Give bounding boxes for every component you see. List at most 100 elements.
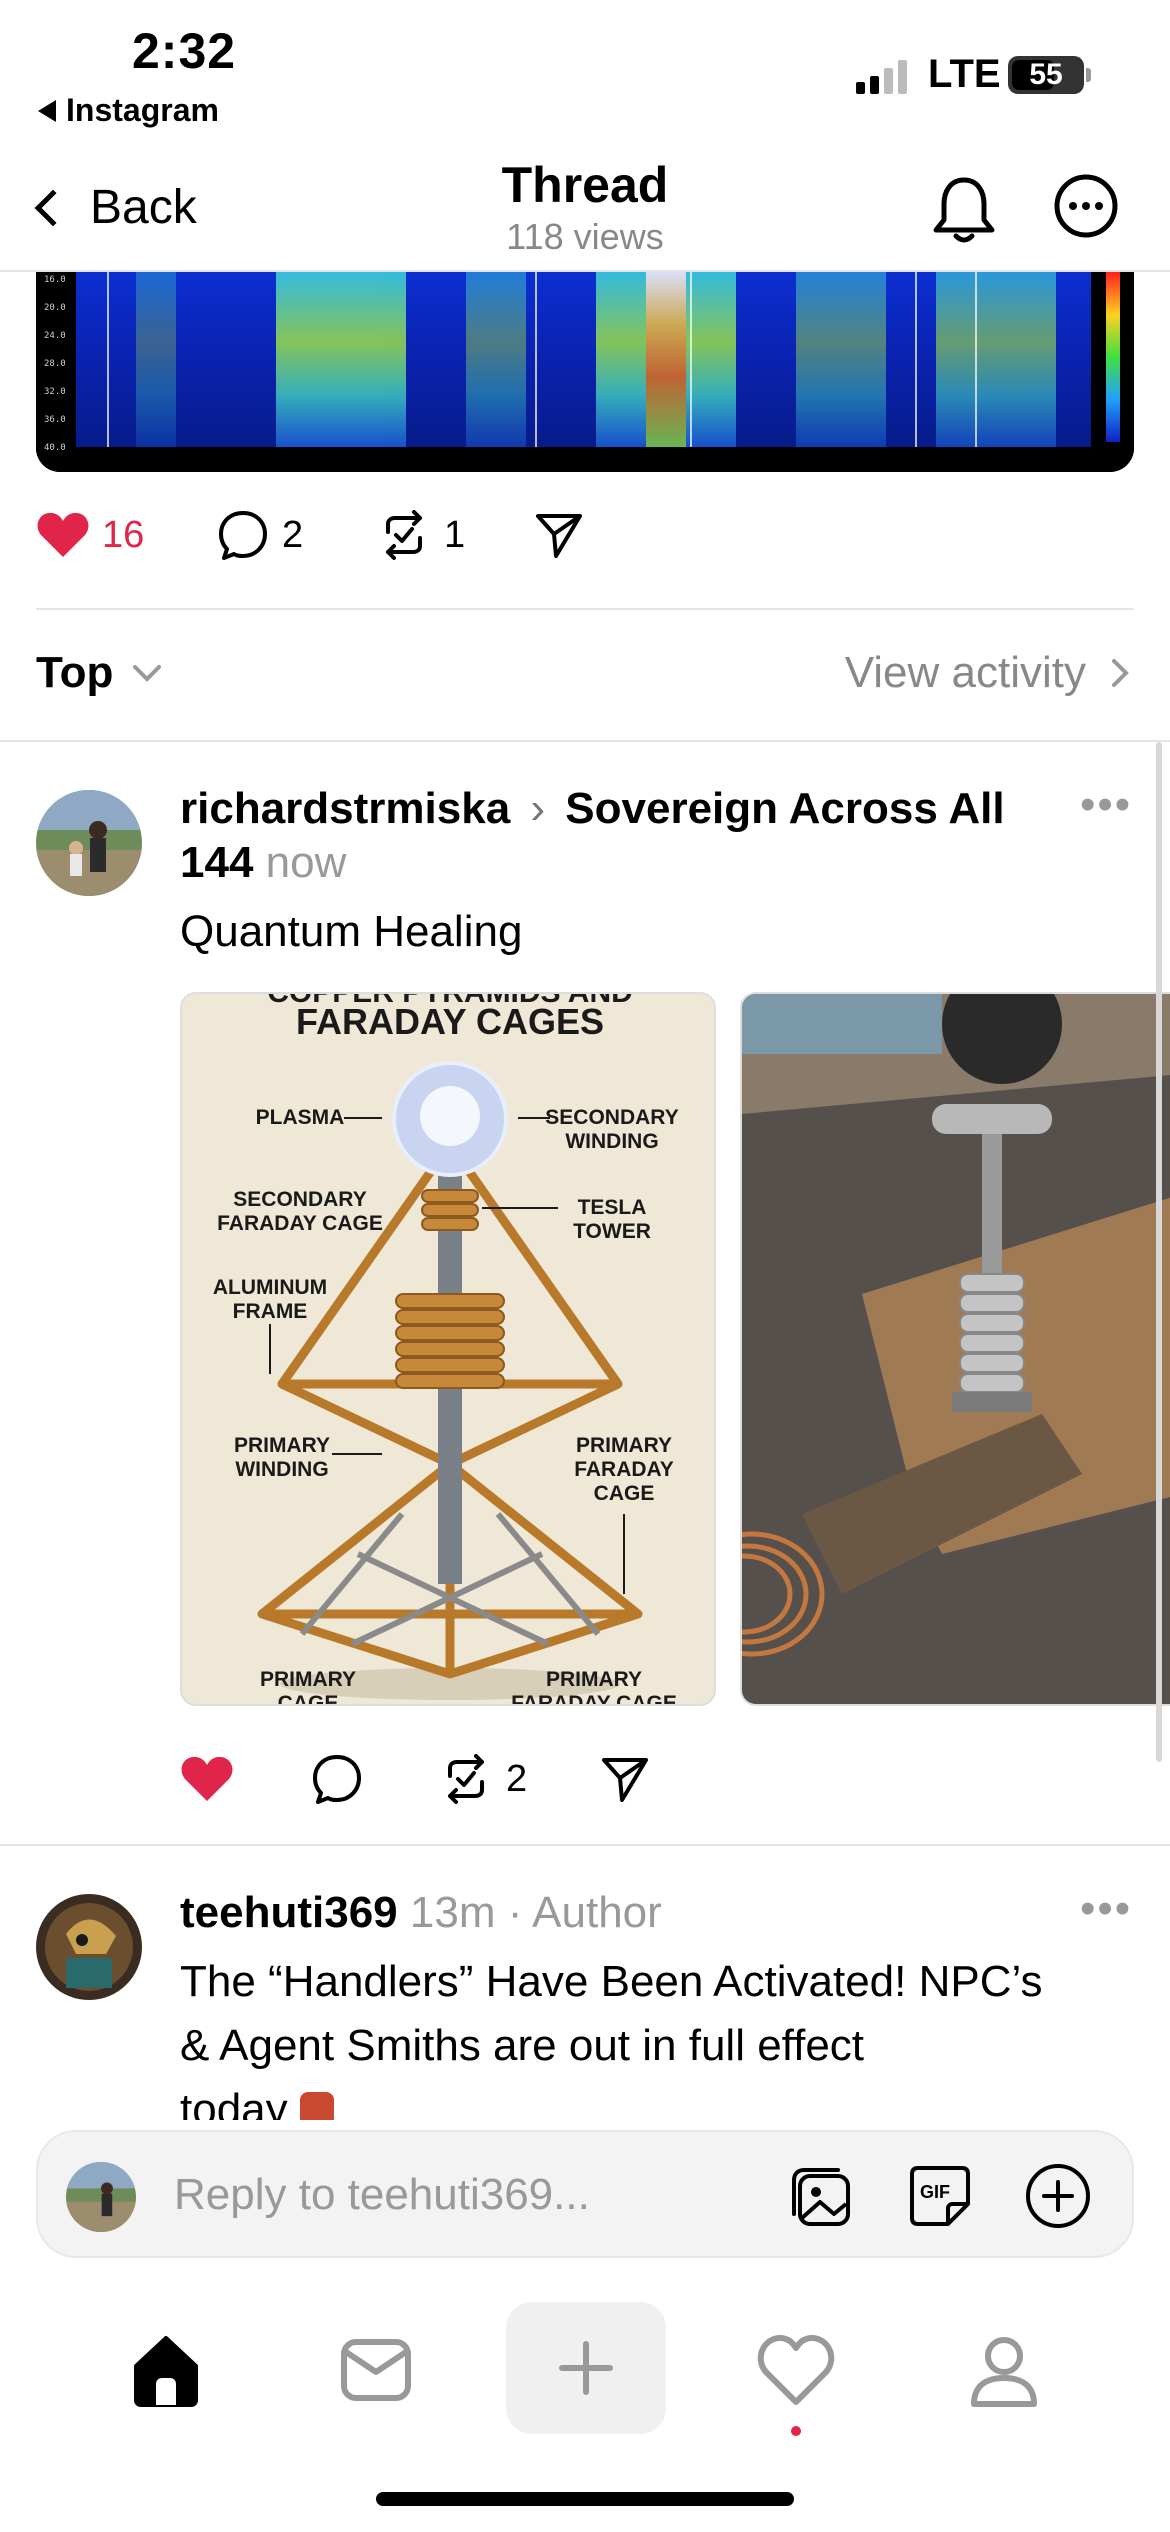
pyramid-diagram-image[interactable]: COPPER PYRAMIDS AND FARADAY CAGES PLASMA	[180, 992, 716, 1706]
divider	[0, 740, 1170, 742]
svg-text:FARADAY: FARADAY	[574, 1458, 674, 1481]
gallery-icon[interactable]	[784, 2160, 856, 2232]
sort-dropdown[interactable]: Top	[36, 648, 163, 698]
avatar[interactable]	[36, 790, 142, 896]
view-activity-link[interactable]: View activity	[845, 648, 1130, 698]
send-icon	[536, 514, 582, 558]
svg-text:PRIMARY: PRIMARY	[546, 1668, 642, 1691]
thread-header: Back Thread 118 views	[0, 150, 1170, 272]
svg-text:WINDING: WINDING	[235, 1458, 328, 1481]
network-type: LTE	[928, 52, 1001, 96]
like-count: 16	[102, 513, 145, 556]
svg-text:PRIMARY: PRIMARY	[260, 1668, 356, 1691]
like-button[interactable]: 16	[36, 510, 216, 560]
comment-icon	[313, 1755, 361, 1804]
svg-text:FRAME: FRAME	[233, 1300, 308, 1323]
svg-text:GIF: GIF	[920, 2182, 950, 2202]
reply-header: richardstrmiska › Sovereign Across All 1…	[180, 782, 1060, 890]
device-photo-image[interactable]	[740, 992, 1170, 1706]
repost-icon	[386, 510, 422, 560]
label-plasma: PLASMA	[256, 1106, 345, 1129]
comment-icon	[219, 511, 267, 560]
author-badge: Author	[532, 1888, 662, 1937]
svg-text:FARADAY CAGE: FARADAY CAGE	[511, 1692, 677, 1706]
svg-text:40.0: 40.0	[44, 443, 66, 453]
back-triangle-icon	[38, 99, 56, 122]
post-text: The “Handlers” Have Been Activated! NPC’…	[180, 1950, 1140, 2120]
home-icon[interactable]	[126, 2330, 206, 2410]
send-icon	[602, 1758, 648, 1802]
chevron-right-icon: ›	[530, 784, 546, 833]
divider	[0, 1844, 1170, 1846]
back-to-app-link[interactable]: Instagram	[38, 92, 219, 129]
more-horizontal-icon[interactable]: •••	[1080, 1884, 1132, 1934]
bell-icon[interactable]	[928, 170, 1000, 250]
svg-text:PRIMARY: PRIMARY	[234, 1434, 330, 1457]
share-button[interactable]	[598, 1752, 652, 1806]
main-post-actions: 16 2 1	[36, 508, 586, 562]
activity-heart-icon[interactable]	[756, 2330, 836, 2410]
svg-text:36.0: 36.0	[44, 415, 66, 425]
battery-icon: 55	[1008, 56, 1084, 94]
comment-button[interactable]: 2	[216, 508, 376, 562]
svg-text:CAGE: CAGE	[594, 1482, 655, 1505]
gif-icon[interactable]: GIF	[904, 2160, 976, 2232]
view-activity-label: View activity	[844, 648, 1086, 697]
scrollbar[interactable]	[1156, 742, 1162, 1762]
heart-filled-icon	[37, 512, 89, 557]
comment-count: 2	[282, 513, 304, 556]
more-options-icon[interactable]	[1050, 170, 1122, 250]
username[interactable]: teehuti369	[180, 1888, 398, 1937]
svg-text:WINDING: WINDING	[565, 1130, 658, 1153]
svg-text:16.0: 16.0	[44, 275, 66, 285]
svg-text:FARADAY CAGE: FARADAY CAGE	[217, 1212, 383, 1235]
create-button[interactable]	[506, 2302, 666, 2434]
post-time: 13m	[409, 1888, 496, 1937]
divider	[36, 608, 1134, 610]
reply-composer[interactable]: Reply to teehuti369... GIF	[36, 2130, 1134, 2258]
username[interactable]: richardstrmiska	[180, 784, 510, 833]
repost-count: 2	[506, 1757, 528, 1800]
like-button[interactable]	[180, 1754, 310, 1804]
svg-text:28.0: 28.0	[44, 359, 66, 369]
spectrogram-image[interactable]: 16.0 20.0 24.0 28.0 32.0 36.0 40.0	[36, 272, 1134, 472]
svg-text:TOWER: TOWER	[573, 1220, 651, 1243]
svg-text:SECONDARY: SECONDARY	[545, 1106, 678, 1129]
diagram-title: FARADAY CAGES	[296, 1001, 604, 1042]
svg-text:32.0: 32.0	[44, 387, 66, 397]
svg-text:24.0: 24.0	[44, 331, 66, 341]
svg-text:PRIMARY: PRIMARY	[576, 1434, 672, 1457]
chevron-down-icon	[133, 665, 162, 682]
repost-icon	[448, 1754, 484, 1804]
messages-icon[interactable]	[336, 2330, 416, 2410]
sort-label: Top	[36, 648, 114, 697]
svg-text:20.0: 20.0	[44, 303, 66, 313]
svg-text:SECONDARY: SECONDARY	[233, 1188, 366, 1211]
reply-actions: 2	[180, 1752, 652, 1806]
heart-filled-icon	[181, 1756, 233, 1801]
clock: 2:32	[132, 23, 237, 79]
back-app-label: Instagram	[66, 92, 219, 128]
profile-icon[interactable]	[964, 2330, 1044, 2410]
more-horizontal-icon[interactable]: •••	[1080, 780, 1132, 830]
avatar[interactable]	[36, 1894, 142, 2000]
home-indicator	[376, 2492, 794, 2506]
avatar	[66, 2162, 136, 2232]
emoji-icon	[299, 2092, 334, 2120]
svg-text:CAGE: CAGE	[278, 1692, 339, 1706]
reply-header: teehuti369 13m · Author	[180, 1888, 662, 1937]
chevron-right-icon	[1112, 659, 1129, 687]
post-text: Quantum Healing	[180, 907, 523, 956]
add-circle-icon[interactable]	[1022, 2160, 1094, 2232]
notification-dot	[791, 2426, 801, 2436]
repost-count: 1	[444, 513, 466, 556]
reply-input[interactable]: Reply to teehuti369...	[174, 2170, 590, 2220]
status-bar: 2:32 Instagram LTE 55	[0, 0, 1170, 140]
svg-text:TESLA: TESLA	[578, 1196, 647, 1219]
repost-button[interactable]: 2	[438, 1752, 598, 1806]
repost-button[interactable]: 1	[376, 508, 532, 562]
plus-icon	[559, 2341, 613, 2395]
comment-button[interactable]	[310, 1752, 438, 1806]
post-time: now	[265, 838, 347, 887]
share-button[interactable]	[532, 508, 586, 562]
